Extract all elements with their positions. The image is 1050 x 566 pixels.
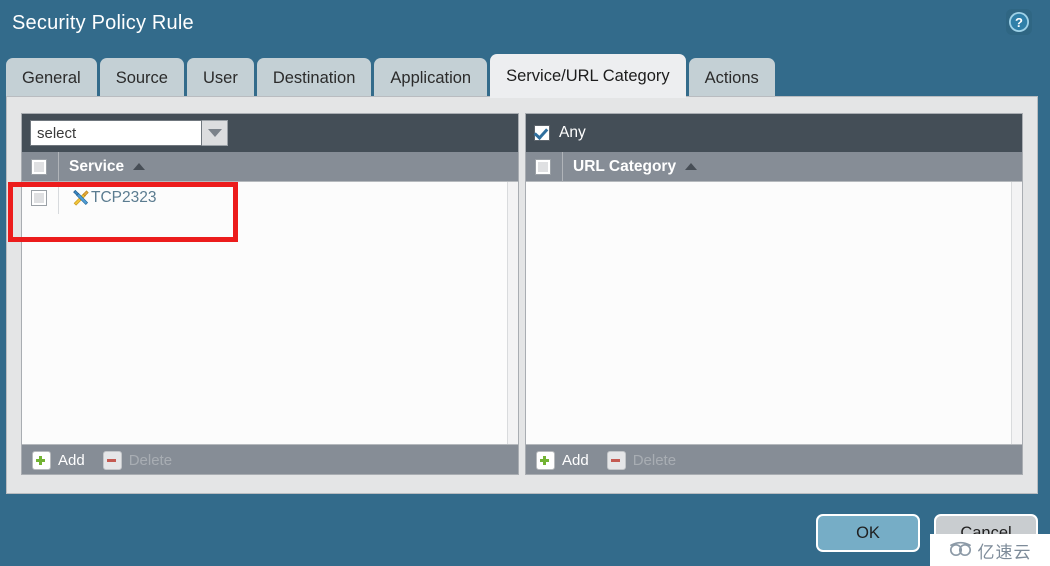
tab-user[interactable]: User (186, 58, 254, 98)
service-panel-footer: Add Delete (22, 444, 518, 474)
service-list-scrollbar[interactable] (507, 182, 518, 444)
url-panel-topbar: Any (526, 114, 1022, 152)
url-any-checkbox[interactable] (534, 125, 550, 141)
service-select-all-checkbox[interactable] (31, 158, 47, 175)
help-circle-icon[interactable]: ? (1006, 9, 1032, 35)
url-category-panel: Any URL Category Add Delete (525, 113, 1023, 475)
tab-source[interactable]: Source (99, 58, 184, 98)
svg-text:?: ? (1015, 15, 1023, 30)
tab-strip: General Source User Destination Applicat… (6, 54, 775, 98)
tab-application[interactable]: Application (374, 58, 488, 98)
dialog-title: Security Policy Rule (12, 12, 194, 34)
sort-ascending-icon[interactable] (685, 163, 698, 170)
service-panel-topbar: select (22, 114, 518, 152)
service-add-label: Add (58, 452, 85, 469)
column-divider (58, 151, 59, 182)
service-delete-label: Delete (128, 452, 173, 469)
ok-button[interactable]: OK (816, 514, 920, 552)
service-select-input[interactable]: select (30, 120, 202, 146)
url-add-button[interactable]: Add (536, 451, 589, 470)
service-row-checkbox[interactable] (31, 190, 47, 206)
tab-general[interactable]: General (6, 58, 97, 98)
watermark-text: 亿速云 (977, 542, 1032, 562)
plus-square-icon (32, 451, 51, 470)
tab-destination[interactable]: Destination (256, 58, 372, 98)
url-column-header: URL Category (526, 151, 1022, 182)
column-divider (562, 151, 563, 182)
url-any-label: Any (559, 124, 586, 141)
service-list-body: TCP2323 (22, 182, 518, 444)
cloud-logo-icon (949, 541, 971, 557)
url-any-row[interactable]: Any (534, 124, 586, 142)
service-panel: select Service TCP2323 Add Delete (21, 113, 519, 475)
url-list-body (526, 182, 1022, 444)
minus-square-icon (606, 451, 626, 470)
service-select-arrow-button[interactable] (202, 120, 228, 146)
url-select-all-checkbox[interactable] (535, 158, 551, 175)
dialog-titlebar: Security Policy Rule ? (0, 0, 1050, 54)
tab-actions[interactable]: Actions (688, 58, 775, 98)
url-add-label: Add (562, 452, 589, 469)
service-row-label[interactable]: TCP2323 (91, 189, 156, 207)
service-column-header: Service (22, 151, 518, 182)
table-row[interactable]: TCP2323 (22, 182, 518, 214)
url-delete-label: Delete (632, 452, 677, 469)
row-divider (58, 182, 59, 214)
tools-icon (73, 189, 89, 206)
security-policy-rule-dialog: Security Policy Rule ? General Source Us… (0, 0, 1050, 566)
url-panel-footer: Add Delete (526, 444, 1022, 474)
minus-square-icon (102, 451, 122, 470)
service-delete-button[interactable]: Delete (102, 451, 173, 470)
chevron-down-icon (207, 129, 222, 137)
service-add-button[interactable]: Add (32, 451, 85, 470)
service-select[interactable]: select (30, 120, 230, 146)
url-delete-button[interactable]: Delete (606, 451, 677, 470)
tab-content-panel: select Service TCP2323 Add Delete Any UR… (6, 96, 1038, 494)
tab-service-url-category[interactable]: Service/URL Category (490, 54, 686, 98)
service-column-title: Service (69, 157, 125, 175)
watermark: 亿速云 (930, 534, 1050, 566)
plus-square-icon (536, 451, 555, 470)
sort-ascending-icon[interactable] (133, 163, 146, 170)
url-column-title: URL Category (573, 157, 677, 175)
url-list-scrollbar[interactable] (1011, 182, 1022, 444)
